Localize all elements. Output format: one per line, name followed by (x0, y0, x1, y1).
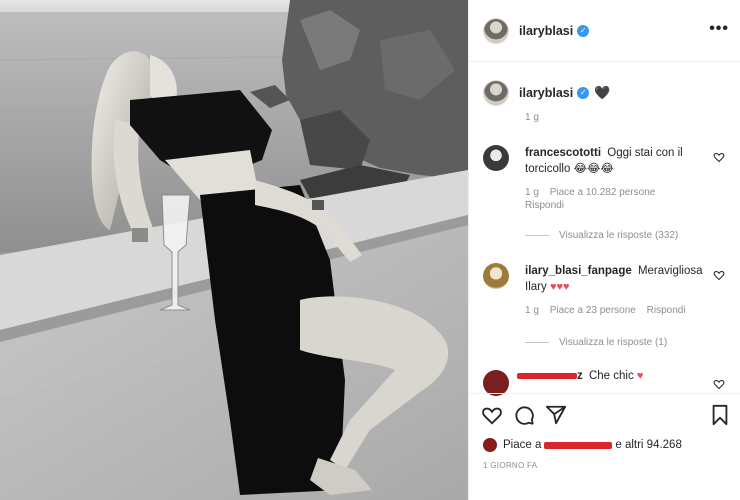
likes-prefix: Piace a (503, 439, 542, 451)
view-replies-button[interactable]: Visualizza le risposte (332) (525, 230, 678, 241)
post-photo[interactable] (0, 0, 468, 500)
comment-emoji: 😂😂😂 (573, 163, 614, 175)
comment-emoji: ♥ (636, 370, 644, 382)
comment-time: 1 g (525, 305, 539, 316)
comment-message: Che chic (588, 370, 634, 382)
divider-line (525, 235, 549, 236)
view-replies-label: Visualizza le risposte (332) (559, 230, 679, 241)
comment-item: z Che chic ♥ (483, 368, 733, 396)
redacted-username (544, 441, 613, 449)
heart-outline-icon[interactable] (481, 404, 503, 426)
post-timestamp: 1 GIORNO FA (483, 461, 538, 470)
post-side-panel: ilaryblasi ✓ ••• ilaryblasi ✓ 🖤 1 g fran… (468, 0, 740, 500)
view-replies-button[interactable]: Visualizza le risposte (1) (525, 337, 667, 348)
paper-plane-icon[interactable] (545, 404, 567, 426)
post-caption: ilaryblasi ✓ 🖤 1 g (483, 80, 733, 123)
caption-emoji: 🖤 (594, 85, 611, 100)
comment-username[interactable]: z (577, 370, 583, 382)
view-replies-label: Visualizza le risposte (1) (559, 337, 668, 348)
bookmark-icon[interactable] (709, 404, 731, 426)
comment-likes[interactable]: Piace a 10.282 persone (550, 187, 656, 198)
post-actions: Piace a e altri 94.268 1 GIORNO FA (469, 393, 740, 493)
post-header: ilaryblasi ✓ ••• (469, 0, 740, 62)
comment-username[interactable]: ilary_blasi_fanpage (525, 265, 632, 277)
comment-avatar[interactable] (483, 145, 509, 171)
comment-avatar[interactable] (483, 263, 509, 289)
verified-badge-icon: ✓ (577, 24, 590, 37)
comment-heart-icon[interactable] (713, 269, 725, 281)
caption-username[interactable]: ilaryblasi (519, 86, 573, 100)
photo-scene (0, 0, 468, 500)
comment-likes[interactable]: Piace a 23 persone (550, 305, 636, 316)
comment-meta: 1 g Piace a 23 persone Rispondi (525, 305, 733, 316)
author-username[interactable]: ilaryblasi (519, 24, 573, 38)
caption-time: 1 g (525, 112, 539, 123)
comment-meta: 1 g Piace a 10.282 persone (525, 187, 733, 198)
reply-button[interactable]: Rispondi (647, 305, 686, 316)
comment-heart-icon[interactable] (713, 151, 725, 163)
reply-button[interactable]: Rispondi (525, 200, 733, 211)
comment-heart-icon[interactable] (713, 378, 725, 390)
divider-line (525, 342, 549, 343)
verified-badge-icon: ✓ (577, 87, 590, 99)
comment-text: z Che chic ♥ (517, 368, 699, 384)
comment-item: ilary_blasi_fanpage Meravigliosa Ilary ♥… (483, 263, 733, 316)
comment-time: 1 g (525, 187, 539, 198)
comment-text: ilary_blasi_fanpage Meravigliosa Ilary ♥… (525, 263, 707, 295)
comment-username[interactable]: francescototti (525, 147, 601, 159)
comment-bubble-icon[interactable] (513, 404, 535, 426)
comment-text: francescototti Oggi stai con il torcicol… (525, 145, 707, 177)
comment-emoji: ♥♥♥ (549, 281, 570, 293)
comment-item: francescototti Oggi stai con il torcicol… (483, 145, 733, 211)
caption-avatar[interactable] (483, 80, 509, 106)
likes-summary[interactable]: Piace a e altri 94.268 (483, 438, 682, 452)
author-avatar[interactable] (483, 17, 509, 44)
likes-suffix: e altri 94.268 (615, 439, 682, 451)
more-dots-icon[interactable]: ••• (709, 21, 729, 37)
redacted-username (517, 372, 577, 379)
liker-avatar (483, 438, 497, 452)
